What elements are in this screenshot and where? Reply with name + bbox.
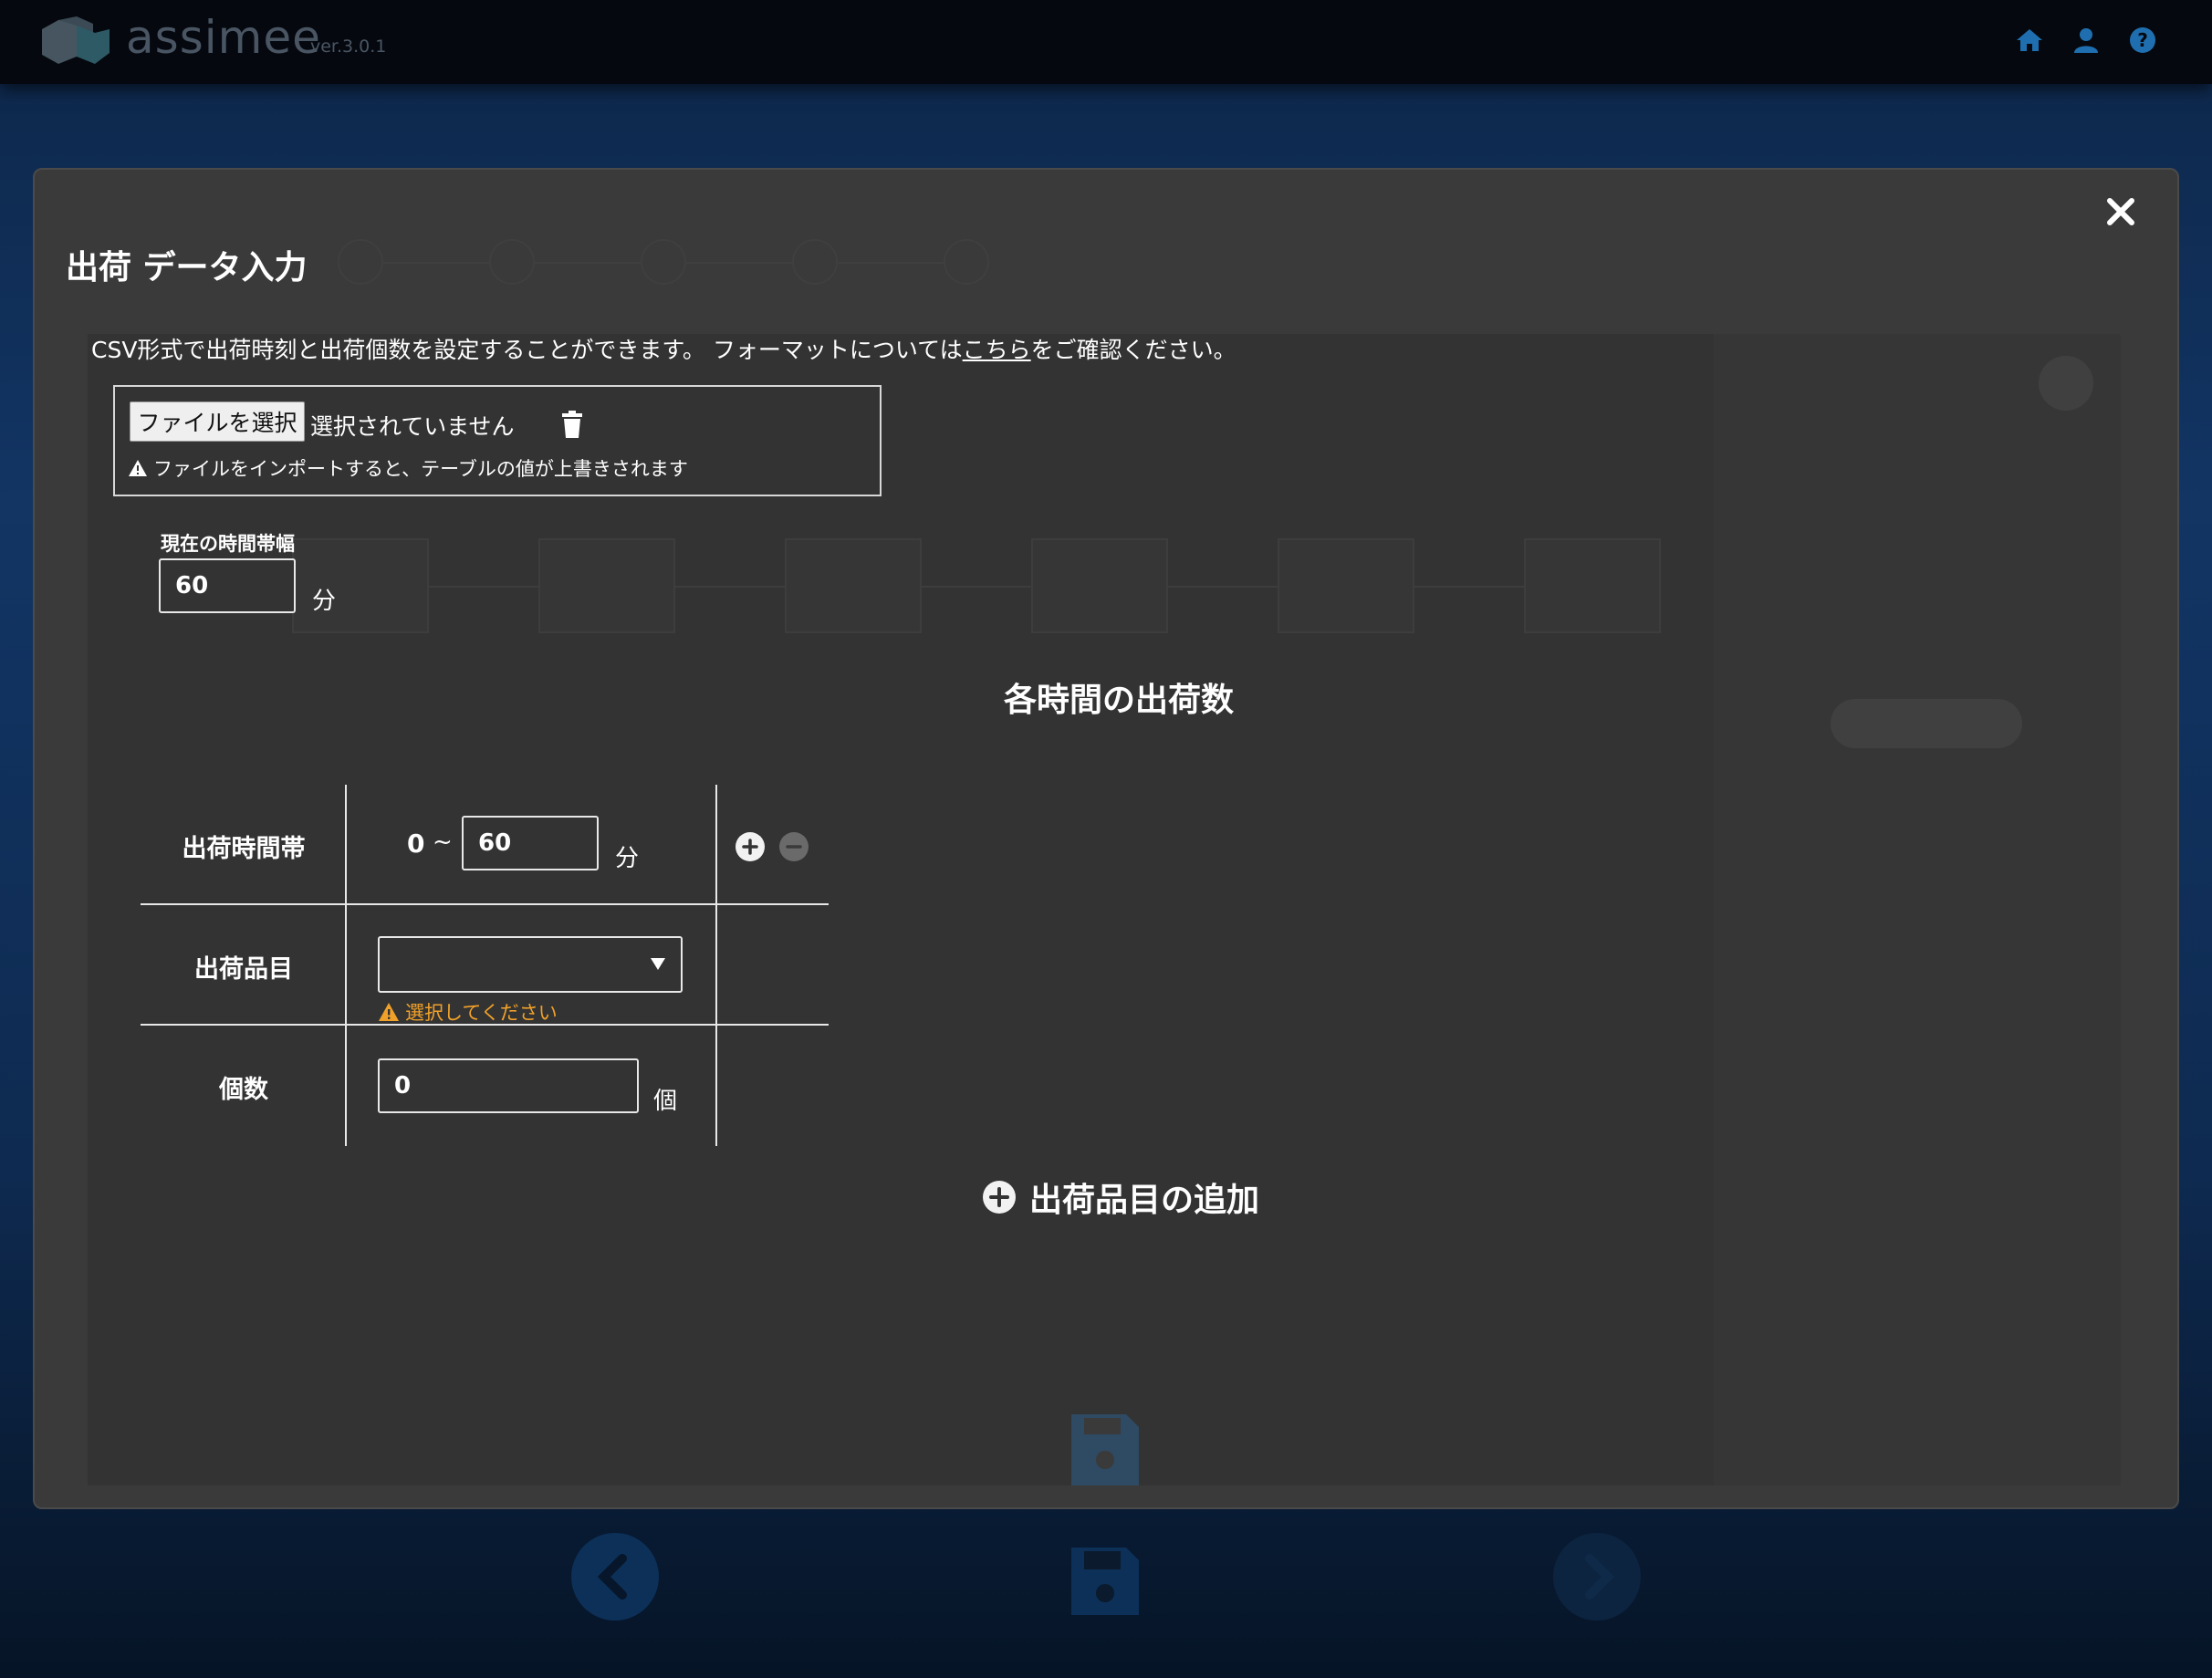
- count-label: 個数: [219, 1076, 268, 1104]
- background-save-icon: [1071, 1548, 1139, 1615]
- dropdown-caret-icon: [651, 958, 665, 970]
- table-divider-row1: [141, 903, 829, 905]
- background-next-button: [1553, 1533, 1641, 1621]
- table-divider-right: [715, 785, 717, 1146]
- count-input[interactable]: [378, 1058, 639, 1113]
- home-icon[interactable]: [2015, 26, 2044, 55]
- csv-description: CSV形式で出荷時刻と出荷個数を設定することができます。 フォーマットについては…: [91, 332, 1236, 365]
- section-title: 各時間の出荷数: [1004, 682, 1235, 719]
- help-icon[interactable]: ?: [2128, 26, 2157, 55]
- item-select-warning-text: 選択してください: [405, 1002, 558, 1024]
- assimee-logo-icon: [42, 16, 110, 64]
- csv-format-link[interactable]: こちら: [963, 337, 1031, 363]
- time-band-unit: 分: [615, 845, 640, 872]
- item-select-warning: 選択してください: [378, 998, 558, 1026]
- choose-file-button[interactable]: ファイルを選択: [130, 401, 305, 442]
- modal-content-panel: [88, 334, 1714, 1485]
- item-select[interactable]: [378, 936, 683, 993]
- modal-title: 出荷 データ入力: [66, 249, 308, 287]
- background-right-panel: [1714, 334, 2121, 1485]
- warning-icon: [129, 460, 147, 476]
- background-prev-button: [571, 1533, 659, 1621]
- csv-description-text: CSV形式で出荷時刻と出荷個数を設定することができます。 フォーマットについては: [91, 337, 963, 363]
- file-import-box: ファイルを選択 選択されていません ファイルをインポートすると、テーブルの値が上…: [113, 385, 882, 496]
- time-band-to-input[interactable]: [462, 816, 599, 870]
- close-button[interactable]: [2099, 190, 2143, 234]
- file-status: 選択されていません: [310, 413, 515, 440]
- top-bar: assimee ver.3.0.1 ?: [0, 0, 2212, 84]
- count-unit: 個: [653, 1088, 678, 1115]
- ghost-save-icon: [1071, 1414, 1139, 1485]
- minus-icon: [786, 845, 802, 849]
- time-width-input[interactable]: [159, 558, 296, 613]
- time-width-unit: 分: [312, 588, 337, 615]
- trash-icon[interactable]: [560, 411, 584, 438]
- item-label: 出荷品目: [194, 955, 293, 984]
- time-width-label: 現在の時間帯幅: [161, 533, 295, 555]
- time-band-from: 0: [407, 829, 425, 859]
- add-time-band-button[interactable]: [736, 832, 765, 861]
- svg-text:?: ?: [2137, 29, 2148, 51]
- remove-time-band-button[interactable]: [779, 832, 809, 861]
- table-divider-left: [345, 785, 347, 1146]
- csv-description-suffix: をご確認ください。: [1030, 337, 1236, 363]
- brand-name: assimee: [126, 11, 321, 64]
- close-icon: [2107, 198, 2134, 225]
- top-icons: ?: [2015, 26, 2157, 55]
- time-band-label: 出荷時間帯: [182, 835, 306, 863]
- plus-icon: [742, 839, 758, 855]
- warning-icon: [379, 1003, 399, 1021]
- add-shipping-item-button[interactable]: 出荷品目の追加: [982, 1173, 1259, 1221]
- file-import-warning: ファイルをインポートすると、テーブルの値が上書きされます: [128, 454, 688, 482]
- plus-circle-icon: [983, 1181, 1016, 1214]
- file-import-warning-text: ファイルをインポートすると、テーブルの値が上書きされます: [153, 458, 688, 480]
- app-version: ver.3.0.1: [310, 36, 387, 57]
- time-band-tilde: ~: [433, 829, 453, 856]
- user-icon[interactable]: [2071, 26, 2101, 55]
- add-shipping-item-label: 出荷品目の追加: [1029, 1182, 1260, 1219]
